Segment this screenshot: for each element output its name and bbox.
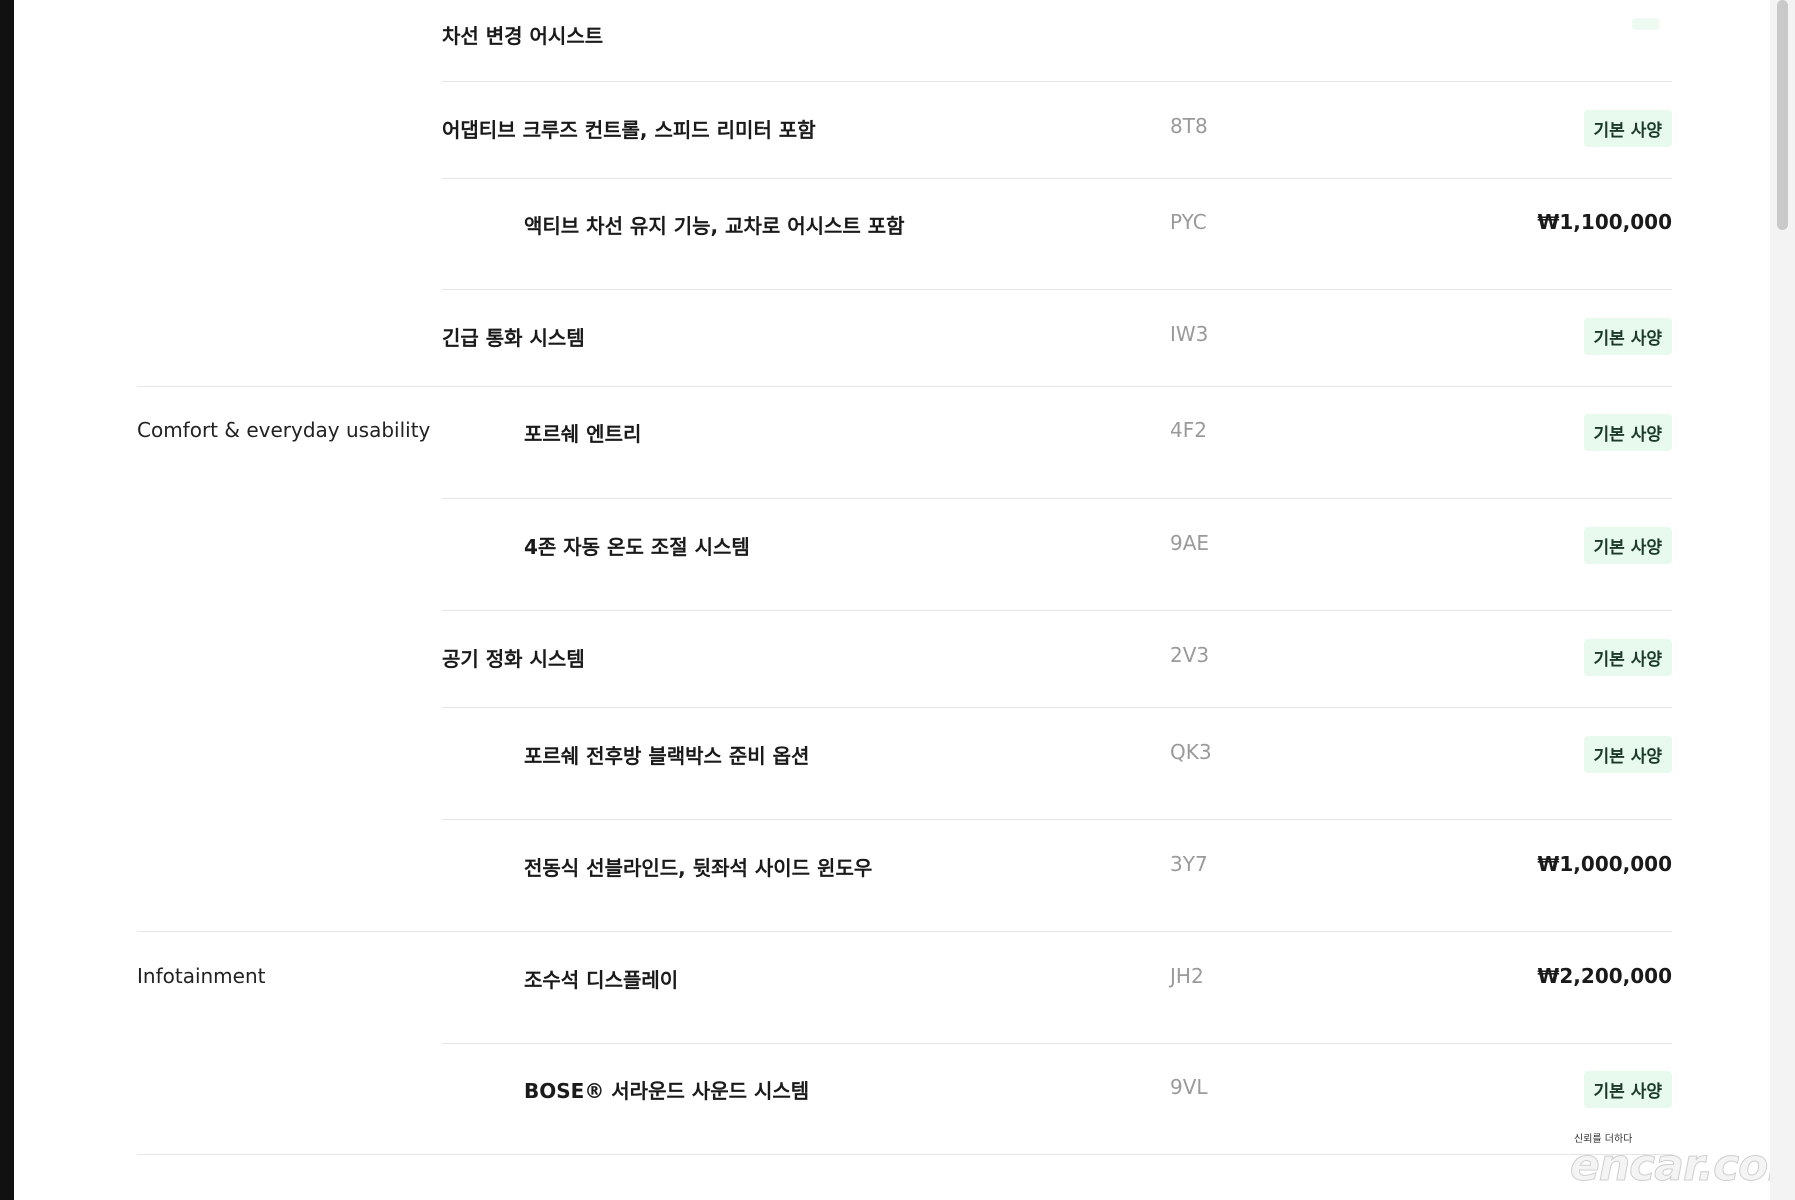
badge-fragment <box>1632 18 1660 30</box>
option-name: 차선 변경 어시스트 <box>442 24 604 48</box>
option-code: 8T8 <box>1170 114 1208 138</box>
category-label: Infotainment <box>137 964 266 988</box>
option-name: 어댑티브 크루즈 컨트롤, 스피드 리미터 포함 <box>442 118 816 142</box>
option-code: 4F2 <box>1170 418 1207 442</box>
option-code: 9VL <box>1170 1075 1208 1099</box>
option-name: 액티브 차선 유지 기능, 교차로 어시스트 포함 <box>524 214 905 238</box>
standard-badge: 기본 사양 <box>1583 1071 1672 1108</box>
row-divider <box>442 81 1672 82</box>
option-name: 포르쉐 전후방 블랙박스 준비 옵션 <box>524 744 810 768</box>
row-divider <box>442 819 1672 820</box>
scrollbar-thumb[interactable] <box>1777 0 1788 230</box>
option-code: 2V3 <box>1170 643 1210 667</box>
row-divider <box>442 178 1672 179</box>
row-divider <box>442 289 1672 290</box>
standard-badge: 기본 사양 <box>1583 527 1672 564</box>
option-name: 공기 정화 시스템 <box>442 647 585 671</box>
option-name: 포르쉐 엔트리 <box>524 422 642 446</box>
standard-badge: 기본 사양 <box>1583 736 1672 773</box>
option-name: 조수석 디스플레이 <box>524 968 679 992</box>
option-price: ₩1,000,000 <box>1537 852 1672 876</box>
option-name: 긴급 통화 시스템 <box>442 326 585 350</box>
watermark-brand: encar.com <box>1569 1140 1795 1192</box>
option-code: PYC <box>1170 210 1207 234</box>
section-divider <box>137 386 1672 387</box>
option-code: 9AE <box>1170 531 1210 555</box>
standard-badge: 기본 사양 <box>1583 318 1672 355</box>
option-price: ₩1,100,000 <box>1537 210 1672 234</box>
row-divider <box>442 498 1672 499</box>
section-divider <box>137 1154 1672 1155</box>
category-label: Comfort & everyday usability <box>137 418 431 442</box>
vertical-scrollbar[interactable] <box>1770 0 1795 1200</box>
standard-badge: 기본 사양 <box>1583 414 1672 451</box>
option-price: ₩2,200,000 <box>1537 964 1672 988</box>
standard-badge: 기본 사양 <box>1583 639 1672 676</box>
option-name: BOSE® 서라운드 사운드 시스템 <box>524 1079 810 1103</box>
standard-badge: 기본 사양 <box>1583 110 1672 147</box>
row-divider <box>442 707 1672 708</box>
option-code: QK3 <box>1170 740 1212 764</box>
option-code: JH2 <box>1170 964 1204 988</box>
option-code: 3Y7 <box>1170 852 1208 876</box>
option-name: 전동식 선블라인드, 뒷좌석 사이드 윈도우 <box>524 856 873 880</box>
row-divider <box>442 610 1672 611</box>
options-page: 차선 변경 어시스트 어댑티브 크루즈 컨트롤, 스피드 리미터 포함 8T8 … <box>14 0 1795 1200</box>
section-divider <box>137 931 1672 932</box>
option-code: IW3 <box>1170 322 1209 346</box>
option-name: 4존 자동 온도 조절 시스템 <box>524 535 750 559</box>
row-divider <box>442 1043 1672 1044</box>
